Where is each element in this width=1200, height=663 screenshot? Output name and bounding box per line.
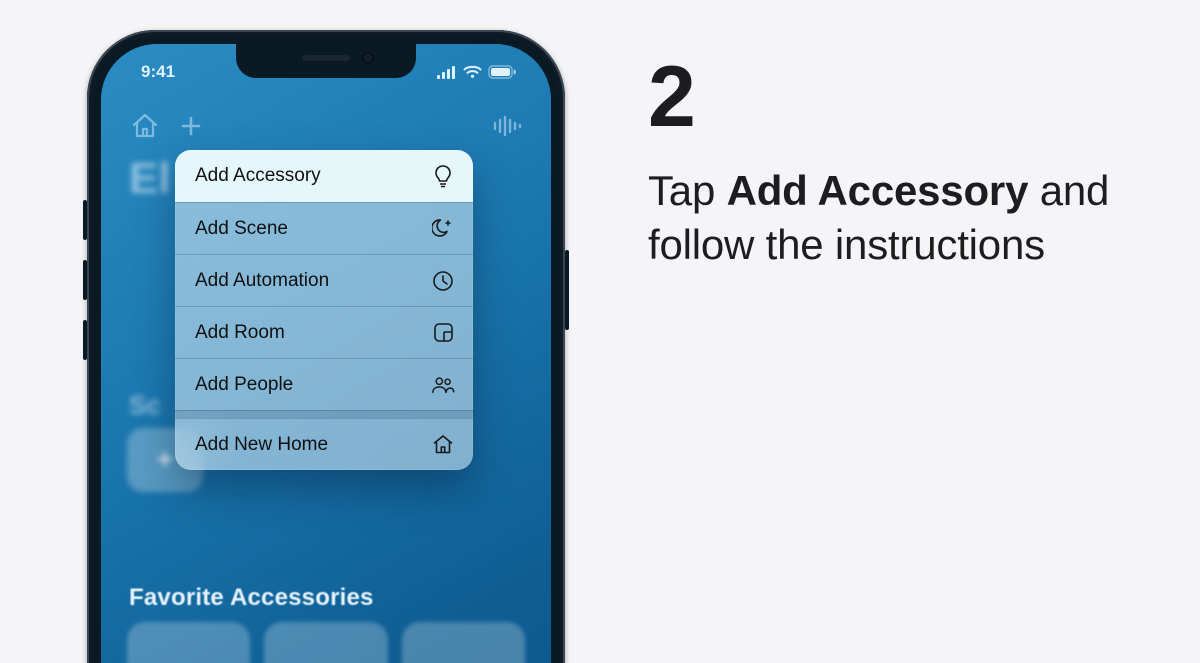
room-icon: [431, 321, 455, 345]
menu-item-label: Add Room: [195, 322, 285, 344]
status-time: 9:41: [141, 62, 175, 82]
menu-item-add-new-home[interactable]: Add New Home: [175, 418, 473, 470]
moon-icon: [431, 217, 455, 241]
favorite-cards-row: [127, 622, 525, 663]
menu-item-add-scene[interactable]: Add Scene: [175, 202, 473, 254]
lightbulb-icon: [431, 164, 455, 188]
menu-separator: [175, 410, 473, 418]
menu-item-add-people[interactable]: Add People: [175, 358, 473, 410]
menu-item-add-room[interactable]: Add Room: [175, 306, 473, 358]
plus-glyph: +: [156, 443, 174, 477]
clock-icon: [431, 269, 455, 293]
add-context-menu: Add Accessory Add Scene Add Automation A…: [175, 150, 473, 470]
menu-item-label: Add Scene: [195, 218, 288, 240]
battery-icon: [488, 65, 517, 79]
instruction-bold: Add Accessory: [727, 167, 1029, 214]
home-icon: [431, 433, 455, 457]
instruction-pre: Tap: [648, 167, 727, 214]
menu-item-label: Add New Home: [195, 434, 328, 456]
notch: [236, 44, 416, 78]
step-number: 2: [648, 54, 1140, 140]
menu-item-add-automation[interactable]: Add Automation: [175, 254, 473, 306]
instruction-text: Tap Add Accessory and follow the instruc…: [648, 164, 1140, 272]
cellular-icon: [437, 66, 457, 79]
home-toolbar: [101, 106, 551, 146]
favorite-accessories-label: Favorite Accessories: [129, 584, 374, 612]
menu-item-add-accessory[interactable]: Add Accessory: [175, 150, 473, 202]
iphone-frame: 9:41: [87, 30, 565, 663]
wifi-icon: [463, 65, 482, 79]
add-button[interactable]: [175, 110, 207, 142]
people-icon: [431, 373, 455, 397]
menu-item-label: Add Automation: [195, 270, 329, 292]
intercom-icon[interactable]: [491, 110, 523, 142]
menu-item-label: Add People: [195, 374, 293, 396]
home-title-fragment: El: [129, 154, 171, 204]
iphone-screen: 9:41: [101, 44, 551, 663]
menu-item-label: Add Accessory: [195, 165, 321, 187]
scenes-section-label: Sc: [129, 390, 161, 421]
instruction-panel: 2 Tap Add Accessory and follow the instr…: [648, 54, 1140, 272]
home-icon[interactable]: [129, 110, 161, 142]
